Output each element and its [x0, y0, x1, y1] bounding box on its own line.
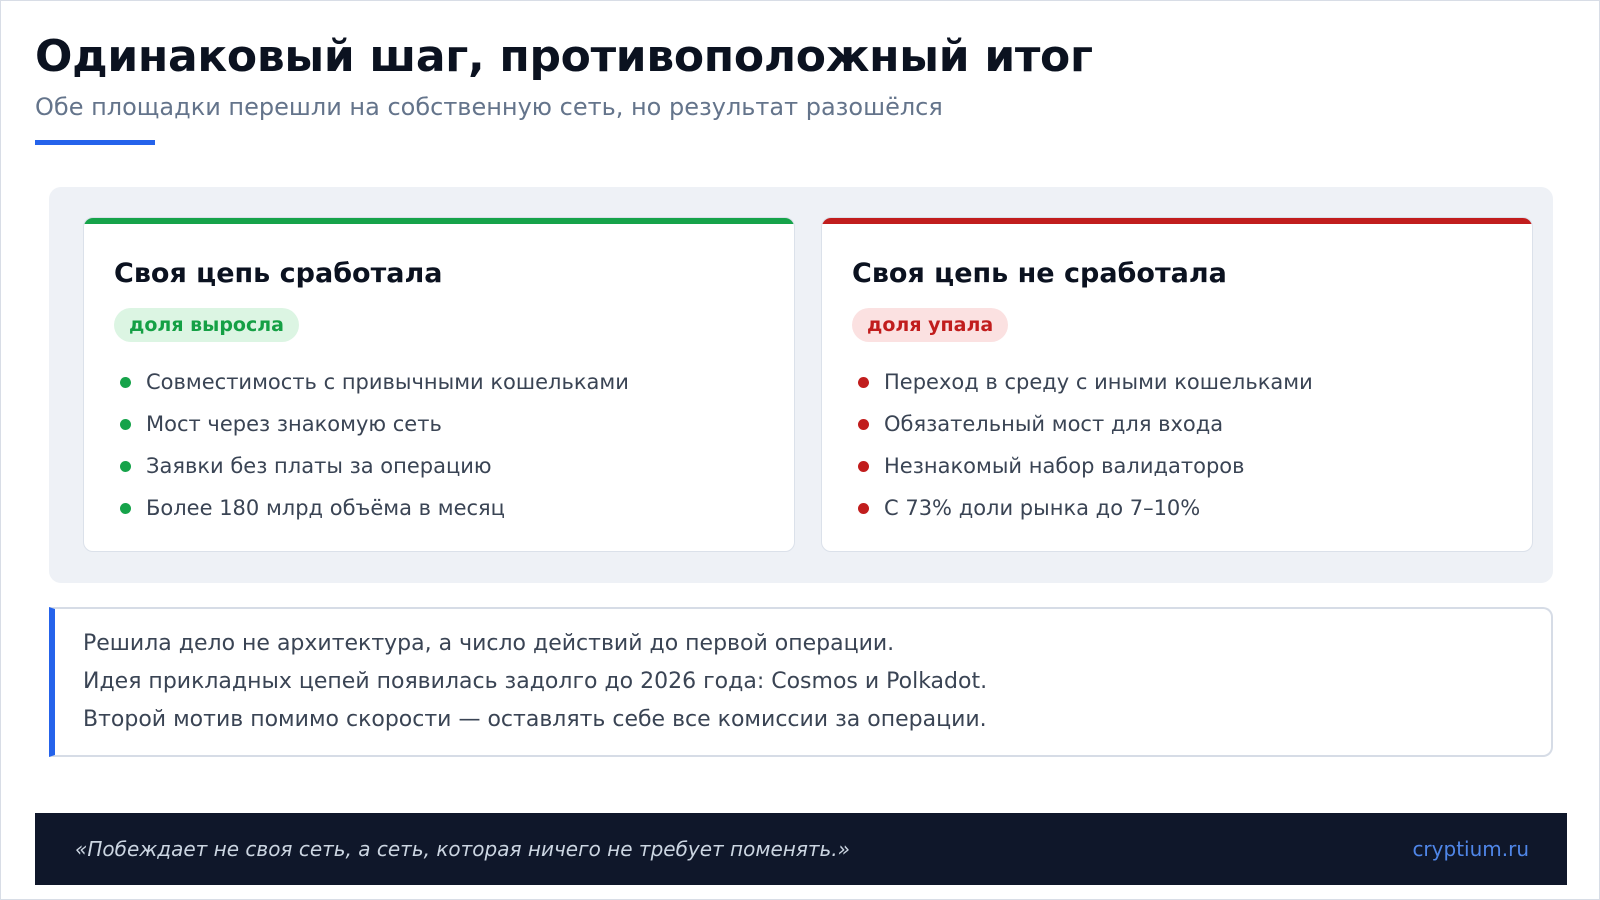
failure-card: Своя цепь не сработала доля упала Перехо…	[821, 217, 1533, 552]
list-item: Более 180 млрд объёма в месяц	[114, 487, 629, 529]
note-line: Решила дело не архитектура, а число дейс…	[83, 631, 895, 656]
red-bullet-icon	[858, 419, 869, 430]
page-title: Одинаковый шаг, противоположный итог	[35, 31, 1093, 82]
note-line: Второй мотив помимо скорости — оставлять…	[83, 707, 987, 732]
failure-badge: доля упала	[852, 308, 1009, 342]
footer-brand-link[interactable]: cryptium.ru	[1412, 813, 1529, 885]
slide: Одинаковый шаг, противоположный итог Обе…	[0, 0, 1600, 900]
failure-list: Переход в среду с иными кошельками Обяза…	[852, 361, 1313, 529]
red-bullet-icon	[858, 461, 869, 472]
list-item: Заявки без платы за операцию	[114, 445, 629, 487]
list-item-text: Заявки без платы за операцию	[146, 454, 492, 478]
failure-card-title: Своя цепь не сработала	[852, 258, 1227, 289]
title-accent-line	[35, 140, 155, 145]
notes-callout: Решила дело не архитектура, а число дейс…	[49, 607, 1553, 757]
list-item: С 73% доли рынка до 7–10%	[852, 487, 1313, 529]
note-line: Идея прикладных цепей появилась задолго …	[83, 669, 988, 694]
list-item-text: Переход в среду с иными кошельками	[884, 370, 1313, 394]
comparison-panel: Своя цепь сработала доля выросла Совмест…	[49, 187, 1553, 583]
success-card: Своя цепь сработала доля выросла Совмест…	[83, 217, 795, 552]
list-item: Переход в среду с иными кошельками	[852, 361, 1313, 403]
failure-card-top-bar	[822, 218, 1532, 224]
green-bullet-icon	[120, 461, 131, 472]
list-item: Совместимость с привычными кошельками	[114, 361, 629, 403]
green-bullet-icon	[120, 377, 131, 388]
list-item-text: Совместимость с привычными кошельками	[146, 370, 629, 394]
success-card-title: Своя цепь сработала	[114, 258, 443, 289]
success-card-top-bar	[84, 218, 794, 224]
green-bullet-icon	[120, 503, 131, 514]
list-item: Незнакомый набор валидаторов	[852, 445, 1313, 487]
list-item-text: Обязательный мост для входа	[884, 412, 1224, 436]
page-subtitle: Обе площадки перешли на собственную сеть…	[35, 93, 943, 121]
list-item: Мост через знакомую сеть	[114, 403, 629, 445]
list-item-text: С 73% доли рынка до 7–10%	[884, 496, 1201, 520]
success-badge: доля выросла	[114, 308, 299, 342]
list-item-text: Незнакомый набор валидаторов	[884, 454, 1245, 478]
red-bullet-icon	[858, 503, 869, 514]
success-list: Совместимость с привычными кошельками Мо…	[114, 361, 629, 529]
footer-bar: «Побеждает не своя сеть, а сеть, которая…	[35, 813, 1567, 885]
list-item-text: Более 180 млрд объёма в месяц	[146, 496, 505, 520]
list-item: Обязательный мост для входа	[852, 403, 1313, 445]
red-bullet-icon	[858, 377, 869, 388]
green-bullet-icon	[120, 419, 131, 430]
list-item-text: Мост через знакомую сеть	[146, 412, 442, 436]
footer-quote: «Побеждает не своя сеть, а сеть, которая…	[75, 837, 850, 861]
